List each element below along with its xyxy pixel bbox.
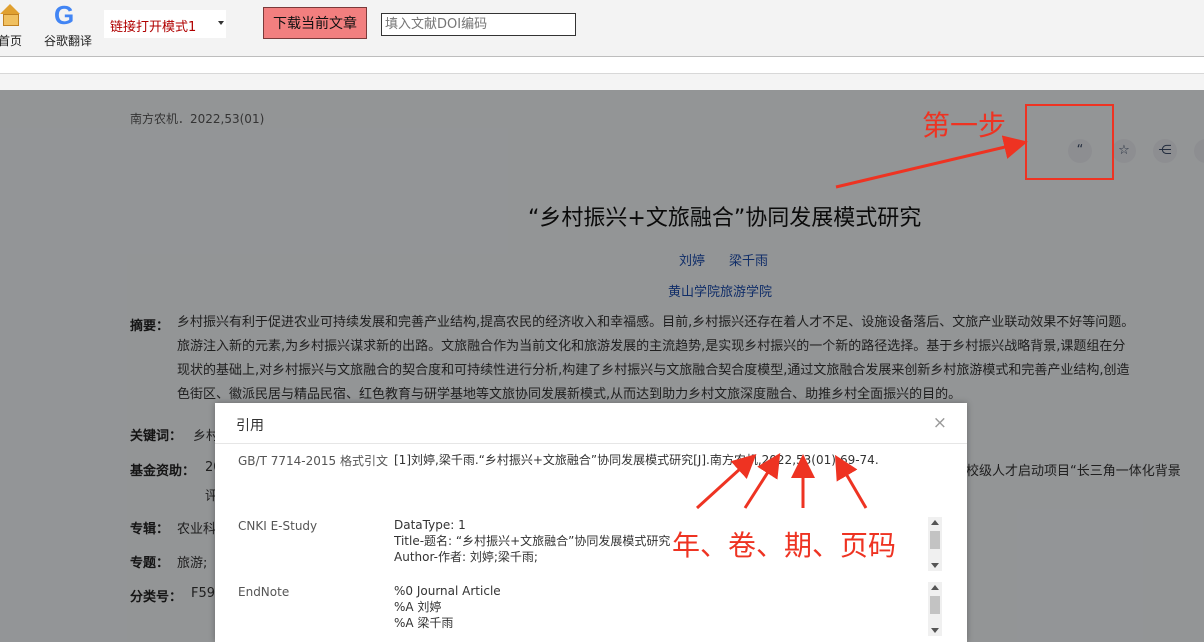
arrow-volume <box>743 452 781 509</box>
arrow-pages <box>834 454 868 509</box>
arrow-year <box>695 453 757 510</box>
arrow-to-cite <box>835 135 1028 189</box>
annotation-arrows <box>695 135 1028 510</box>
